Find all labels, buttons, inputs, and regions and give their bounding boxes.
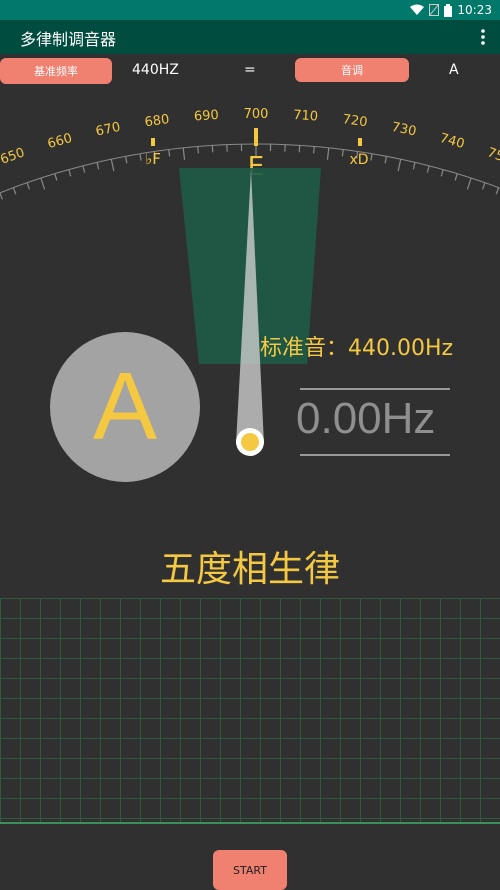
dial-tick <box>40 177 46 190</box>
dial-scale-label: 650 <box>0 145 27 167</box>
app-bar: 多律制调音器 <box>0 20 500 54</box>
dial-scale-label: 720 <box>342 112 369 130</box>
dial-tick <box>197 146 199 154</box>
battery-icon <box>444 3 453 17</box>
dial-tick <box>168 149 171 157</box>
key-button[interactable]: 音调 <box>295 58 409 82</box>
left-note-label: ♭F <box>145 150 161 168</box>
dial-tick <box>426 165 430 173</box>
dial-tick <box>412 162 416 170</box>
dial-tick <box>82 165 86 173</box>
dial-scale-label: 740 <box>438 131 466 152</box>
dial-tick <box>12 187 17 195</box>
dial-scale-label: 700 <box>244 107 269 122</box>
dial-tick <box>466 177 472 190</box>
waveform-grid <box>0 598 500 824</box>
dial-tick <box>326 147 330 160</box>
status-icons: 10:23 <box>410 0 492 20</box>
equals-sign: = <box>244 62 256 78</box>
key-value: A <box>449 62 459 78</box>
dial-scale-label: 670 <box>94 120 121 140</box>
dial-tick <box>139 153 142 161</box>
dial-tick <box>454 173 458 181</box>
status-bar: 10:23 <box>0 0 500 20</box>
no-signal-icon <box>429 4 440 16</box>
dial-tick <box>384 156 388 164</box>
dial-scale-label: 660 <box>46 131 74 152</box>
standard-pitch-label: 标准音：440.00Hz <box>260 336 454 361</box>
dial-tick <box>482 182 486 190</box>
dial-scale-label: 750 <box>485 145 500 167</box>
dial-tick <box>182 147 186 160</box>
base-frequency-value: 440HZ <box>132 62 179 78</box>
dial-tick <box>26 182 30 190</box>
dial-tick <box>96 162 100 170</box>
dial-scale-label: 730 <box>390 120 417 140</box>
dial-tick <box>495 187 500 195</box>
detected-note: A <box>50 332 200 482</box>
wifi-icon <box>410 4 425 15</box>
dial-tick <box>370 153 373 161</box>
dial-scale-label: 710 <box>293 108 319 125</box>
dial-tick <box>0 192 3 200</box>
base-frequency-button[interactable]: 基准频率 <box>0 58 112 84</box>
right-note-label: xD <box>349 152 368 168</box>
more-vert-icon[interactable] <box>480 28 486 46</box>
status-time: 10:23 <box>457 3 492 17</box>
start-button[interactable]: START <box>213 850 287 890</box>
dial-tick <box>313 146 315 154</box>
left-note-marker <box>151 138 155 146</box>
right-note-marker <box>358 138 362 146</box>
dial-scale-label: 690 <box>194 108 220 125</box>
dial-tick <box>54 173 58 181</box>
dial-tick <box>397 159 402 172</box>
needle-pivot-center <box>241 433 259 451</box>
dial-tick <box>440 169 444 177</box>
dial-tick <box>124 156 128 164</box>
center-note-marker <box>254 128 258 146</box>
frequency-deviation: 0.00Hz <box>296 394 436 443</box>
dial-scale-label: 680 <box>144 112 171 130</box>
dial-tick <box>110 159 115 172</box>
app-title: 多律制调音器 <box>20 30 117 49</box>
temperament-name: 五度相生律 <box>159 549 340 590</box>
dial-tick <box>68 169 72 177</box>
dial-tick <box>341 149 344 157</box>
